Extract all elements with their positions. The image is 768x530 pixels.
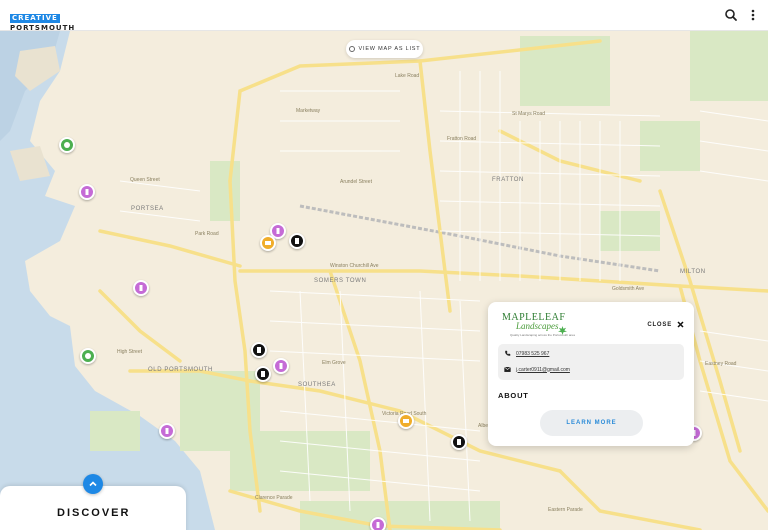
map-marker-black[interactable] <box>289 233 305 249</box>
road-label: Winston Churchill Ave <box>330 263 379 269</box>
creative-portsmouth-logo[interactable]: CREATIVE PORTSMOUTH <box>10 8 75 32</box>
close-icon <box>677 321 684 328</box>
road-label: Eastern Parade <box>548 507 583 513</box>
view-map-as-list-label: VIEW MAP AS LIST <box>358 46 421 52</box>
email-address: j.carter0911@gmail.com <box>516 366 570 373</box>
chevron-up-icon <box>89 481 97 487</box>
road-label: St Marys Road <box>512 111 546 117</box>
map-marker-purple[interactable] <box>133 280 149 296</box>
map-marker-purple[interactable] <box>159 423 175 439</box>
map-marker-orange[interactable] <box>398 413 414 429</box>
search-icon[interactable] <box>723 7 739 23</box>
maple-leaf-icon <box>558 326 567 335</box>
contact-details: 07983 525 967 j.carter0911@gmail.com <box>498 344 684 380</box>
circle-icon <box>348 46 355 52</box>
map-marker-purple[interactable] <box>79 184 95 200</box>
phone-icon <box>505 350 511 356</box>
map-marker-green[interactable] <box>59 137 75 153</box>
area-label-portsea: PORTSEA <box>131 206 164 212</box>
road-label: Clarence Parade <box>255 495 293 501</box>
map-marker-purple[interactable] <box>273 358 289 374</box>
phone-number: 07983 525 967 <box>516 350 550 357</box>
area-label-southsea: SOUTHSEA <box>298 382 336 388</box>
more-vertical-icon[interactable] <box>745 7 761 23</box>
about-heading: ABOUT <box>498 391 529 400</box>
map-marker-green[interactable] <box>80 348 96 364</box>
view-map-as-list-button[interactable]: VIEW MAP AS LIST <box>346 40 423 58</box>
discover-title: DISCOVER <box>57 507 131 519</box>
map-marker-black[interactable] <box>451 434 467 450</box>
expand-discover-button[interactable] <box>83 474 103 494</box>
map-canvas[interactable]: PORTSEA SOMERS TOWN FRATTON MILTON OLD P… <box>0 31 768 530</box>
mail-icon <box>504 366 511 372</box>
area-label-fratton: FRATTON <box>492 177 524 183</box>
map-marker-black[interactable] <box>255 366 271 382</box>
map-base <box>0 31 768 530</box>
map-marker-orange[interactable] <box>260 235 276 251</box>
close-button[interactable]: CLOSE <box>647 321 684 328</box>
area-label-milton: MILTON <box>680 269 706 275</box>
road-label: High Street <box>117 349 143 355</box>
area-label-old-portsmouth: OLD PORTSMOUTH <box>148 367 213 373</box>
map-marker-black[interactable] <box>251 342 267 358</box>
logo-bottom-text: PORTSMOUTH <box>10 24 76 32</box>
road-label: Lake Road <box>395 73 420 79</box>
road-label: Fratton Road <box>447 136 477 142</box>
brand-sub-text: Landscapes <box>516 321 559 331</box>
close-label: CLOSE <box>647 321 672 328</box>
road-label: Elm Grove <box>322 360 346 366</box>
road-label: Eastney Road <box>705 361 737 367</box>
business-info-card: MAPLELEAF Landscapes Quality Landscaping… <box>488 302 694 446</box>
mapleleaf-logo: MAPLELEAF Landscapes Quality Landscaping… <box>502 312 575 338</box>
logo-top-text: CREATIVE <box>10 14 60 23</box>
top-header: CREATIVE PORTSMOUTH <box>0 0 768 32</box>
area-label-somers-town: SOMERS TOWN <box>314 278 367 284</box>
road-label: Marketway <box>296 108 321 114</box>
road-label: Park Road <box>195 231 219 237</box>
email-row[interactable]: j.carter0911@gmail.com <box>504 366 570 373</box>
map-marker-purple[interactable] <box>370 517 386 530</box>
road-label: Arundel Street <box>340 179 372 185</box>
learn-more-button[interactable]: LEARN MORE <box>540 410 643 436</box>
phone-row[interactable]: 07983 525 967 <box>504 350 549 357</box>
road-label: Queen Street <box>130 177 160 183</box>
road-label: Goldsmith Ave <box>612 286 645 292</box>
